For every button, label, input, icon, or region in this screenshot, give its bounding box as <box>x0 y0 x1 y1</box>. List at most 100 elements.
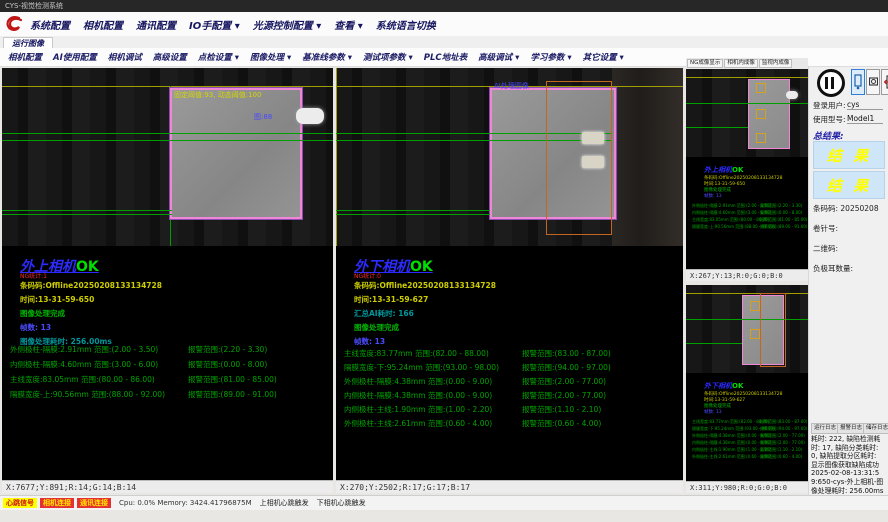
green-measure-line <box>2 140 333 141</box>
menu-camera-config[interactable]: 相机配置 <box>83 17 123 32</box>
app-logo-icon <box>4 14 24 34</box>
preview-tab-bar: NG成像显示 相机内成像 监视内成像 <box>686 58 808 69</box>
upper-preview-image[interactable] <box>686 69 808 157</box>
trigger-button[interactable] <box>851 69 865 95</box>
cell-tab-connector <box>786 91 798 99</box>
lower-frame-count: 帧数: 13 <box>354 336 385 347</box>
detect-marker-box <box>756 83 766 93</box>
alarm-range: 报警范围:(2.00 - 77.00) <box>760 433 805 439</box>
lower-camera-heartbeat-trigger[interactable]: 下相机心跳触发 <box>317 498 366 508</box>
green-measure-line <box>336 214 490 215</box>
upper-camera-image-view[interactable]: 固定阈值:93, 动态阈值:100 图:88 <box>2 68 333 246</box>
yellow-reference-line <box>686 293 808 294</box>
upper-time-line: 时间:13-31-59-650 <box>20 294 94 305</box>
lower-camera-ng-count: NG统计:0 <box>354 271 381 280</box>
lower-preview-pixel-status: X:311;Y:980;R:0;G:0;B:0 <box>686 481 808 493</box>
tool-learning-params[interactable]: 学习参数 ▾ <box>530 51 571 63</box>
barcode-label: 条码码: 20250208 <box>813 203 879 214</box>
result-badge-upper: 结 果 <box>813 141 885 169</box>
upper-barcode-line: 条码码:Offline20250208133134728 <box>20 280 162 291</box>
lower-preview-frames: 帧数: 13 <box>704 409 722 415</box>
alarm-range: 报警范围:(83.00 - 87.00) <box>522 348 611 359</box>
menu-light-config[interactable]: 光源控制配置 ▾ <box>253 17 322 32</box>
heartbeat-indicator: 心跳信号 <box>3 498 37 508</box>
lower-preview-camera-name: 外下相机 <box>704 382 732 390</box>
tab-monitor-inner-image[interactable]: 监视内成像 <box>759 59 793 68</box>
detect-marker-box <box>750 301 760 311</box>
alarm-range: 报警范围:(1.10 - 2.10) <box>522 404 601 415</box>
window-titlebar: CYS-视觉检测系统 <box>0 0 888 12</box>
lower-camera-result-ok: OK <box>410 259 433 275</box>
upper-camera-panel: 固定阈值:93, 动态阈值:100 图:88 外上相机OK NG统计:1 条码码… <box>2 68 333 493</box>
measurement-row: 隔膜宽度-下:95.24mm 范围:(93.00 - 98.00) <box>344 362 499 373</box>
machinery-region <box>612 68 683 246</box>
measurement-row: 外侧极柱-隔膜:4.38mm 范围:(0.00 - 9.00) <box>344 376 492 387</box>
upper-preview-ok: OK <box>732 166 743 174</box>
tool-baseline-params[interactable]: 基准线参数 ▾ <box>302 51 352 63</box>
tool-plc-address-table[interactable]: PLC地址表 <box>424 51 467 63</box>
measurement-row: 内侧极柱-隔膜:4.60mm 范围:(3.00 - 6.00) <box>10 359 158 370</box>
alarm-range: 报警范围:(2.00 - 77.00) <box>522 390 606 401</box>
tab-ng-image-display[interactable]: NG成像显示 <box>687 59 723 68</box>
pause-button[interactable] <box>817 69 845 97</box>
tab-storage-log[interactable]: 储存日志 <box>863 423 888 434</box>
lower-camera-panel: AI处理图像 外下相机OK NG统计:0 条码码:Offline20250208… <box>336 68 683 493</box>
lower-barcode-line: 条码码:Offline20250208133134728 <box>354 280 496 291</box>
status-bar: 心跳信号 相机连接 通讯连接 Cpu: 0.0% Memory: 3424.41… <box>0 495 888 510</box>
exit-button[interactable] <box>881 69 888 95</box>
tool-advanced-settings[interactable]: 高级设置 <box>153 51 187 63</box>
cpu-memory-status: Cpu: 0.0% Memory: 3424.41796875M <box>119 499 252 507</box>
menu-io-config[interactable]: IO手配置 ▾ <box>189 17 240 32</box>
device-icon <box>854 74 862 90</box>
alarm-range: 报警范围:(2.00 - 77.00) <box>522 376 606 387</box>
green-measure-line <box>686 343 742 344</box>
lower-preview-image[interactable] <box>686 285 808 373</box>
upper-camera-heartbeat-trigger[interactable]: 上相机心跳触发 <box>260 498 309 508</box>
alarm-range: 报警范围:(81.00 - 85.00) <box>188 374 277 385</box>
tool-test-params[interactable]: 测试项参数 ▾ <box>363 51 413 63</box>
alarm-range: 报警范围:(0.60 - 4.00) <box>522 418 601 429</box>
detect-marker-box <box>750 329 760 339</box>
yellow-reference-vline <box>336 68 337 246</box>
menu-comm-config[interactable]: 通讯配置 <box>136 17 176 32</box>
alarm-range: 报警范围:(2.00 - 77.00) <box>760 440 805 446</box>
blue-overlay-label: 图:88 <box>254 112 272 122</box>
tool-camera-config[interactable]: 相机配置 <box>8 51 42 63</box>
measurement-row: 主线宽度:83.05mm 范围:(80.00 - 86.00) <box>692 217 769 223</box>
green-measure-line <box>2 210 172 211</box>
lower-preview-panel: 外下相机OK 条码码:Offline20250208133134728 时间:1… <box>686 285 808 493</box>
tool-ai-config[interactable]: AI使用配置 <box>53 51 97 63</box>
negative-tab-count-label: 负极耳数量: <box>813 263 853 274</box>
qr-code-label: 二维码: <box>813 243 838 254</box>
tab-run-log[interactable]: 运行日志 <box>811 423 839 434</box>
camera-button[interactable] <box>866 69 880 95</box>
tab-alarm-log[interactable]: 报警日志 <box>837 423 865 434</box>
upper-frame-count: 帧数: 13 <box>20 322 51 333</box>
menu-language-switch[interactable]: 系统语言切换 <box>376 17 436 32</box>
tool-other-settings[interactable]: 其它设置 ▾ <box>583 51 624 63</box>
tool-camera-debug[interactable]: 相机调试 <box>108 51 142 63</box>
detect-marker-box <box>756 133 766 143</box>
tool-advanced-debug[interactable]: 高级调试 ▾ <box>478 51 519 63</box>
upper-preview-panel: 外上相机OK 条码码:Offline20250208133134728 时间:1… <box>686 69 808 281</box>
upper-process-done: 图像处理完成 <box>20 308 65 319</box>
ai-detect-region-box <box>760 293 786 367</box>
tool-image-processing[interactable]: 图像处理 ▾ <box>250 51 291 63</box>
cell-tab-connector <box>296 108 324 124</box>
green-measure-line <box>2 133 333 134</box>
battery-cell-region <box>748 79 790 149</box>
camera-connection-indicator: 相机连接 <box>40 498 74 508</box>
tool-spotcheck-settings[interactable]: 点检设置 ▾ <box>198 51 239 63</box>
upper-preview-title: 外上相机OK <box>704 165 743 175</box>
tab-camera-inner-image[interactable]: 相机内成像 <box>724 59 758 68</box>
lower-camera-image-view[interactable]: AI处理图像 <box>336 68 683 246</box>
measurement-row: 外侧极柱-主线:2.61mm 范围:(0.60 - 4.00) <box>344 418 492 429</box>
log-text: 耗时: 222, 缺陷检测耗时: 17, 缺陷分类耗时: 0, 缺陷提取分区耗时… <box>811 435 885 495</box>
menu-view[interactable]: 查看 ▾ <box>334 17 363 32</box>
alarm-range: 报警范围:(0.60 - 4.00) <box>760 454 802 460</box>
upper-preview-camera-name: 外上相机 <box>704 166 732 174</box>
alarm-range: 报警范围:(2.20 - 3.30) <box>760 203 802 209</box>
lower-time-line: 时间:13-31-59-627 <box>354 294 428 305</box>
menu-system-config[interactable]: 系统配置 <box>30 17 70 32</box>
ai-detect-region-box <box>546 81 612 235</box>
